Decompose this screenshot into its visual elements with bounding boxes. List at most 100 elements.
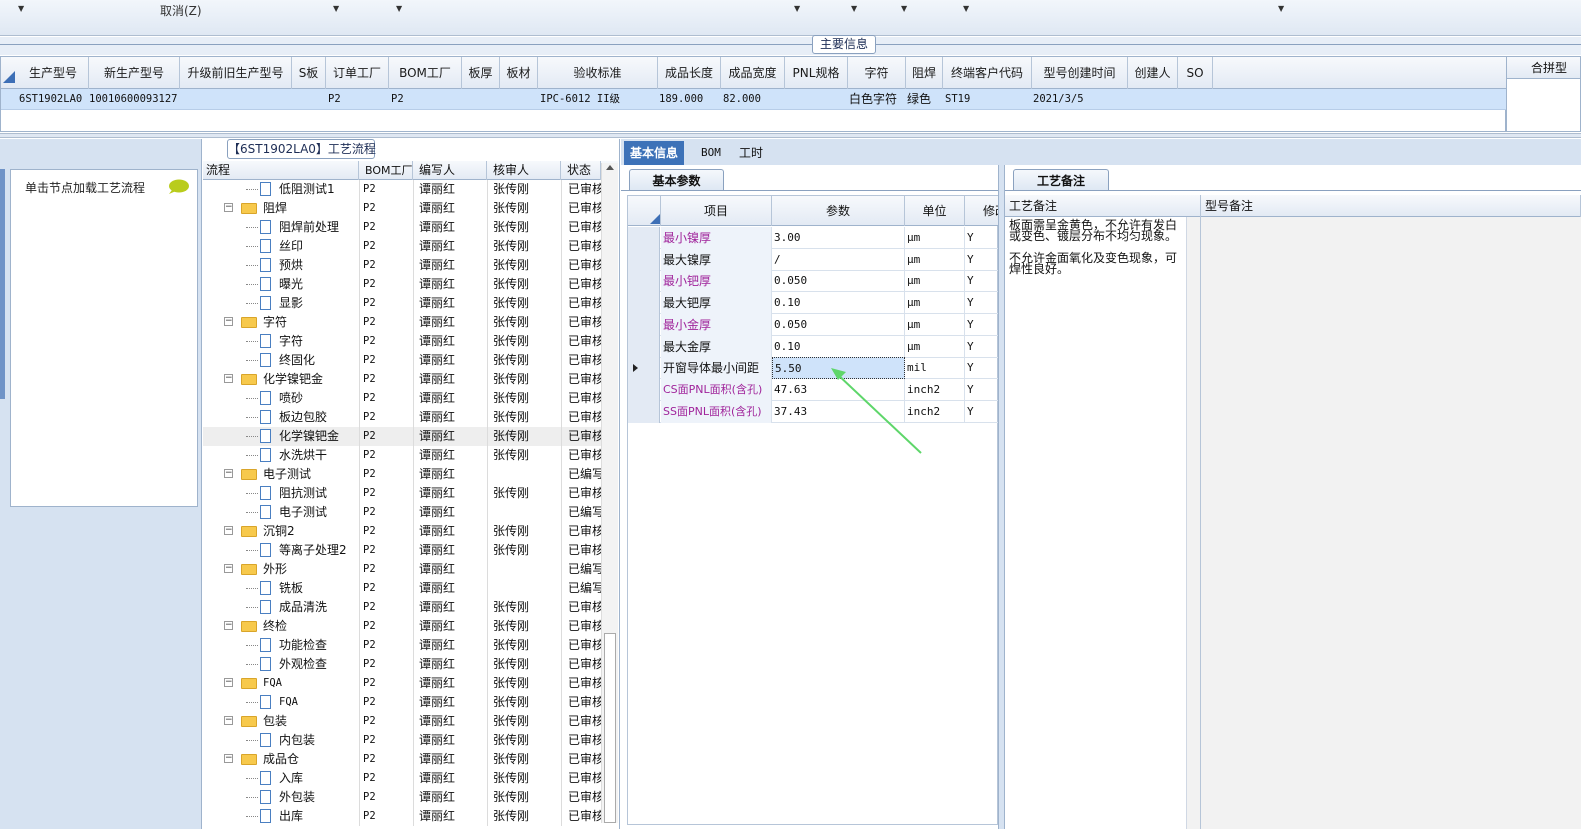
column-header[interactable]: 板厚 [462,57,500,89]
cancel-button[interactable]: 取消(Z) [160,2,202,19]
vertical-splitter[interactable] [998,165,1005,829]
tree-leaf-row[interactable]: 板边包胶 P2 谭丽红 张传刚 已审核 [203,408,601,427]
cell[interactable]: 82.000 [723,89,785,110]
tree-leaf-row[interactable]: 等离子处理2 P2 谭丽红 张传刚 已审核 [203,541,601,560]
collapse-toggle-icon[interactable]: − [224,374,233,383]
param-value[interactable]: 0.050 [772,313,905,336]
merge-header[interactable]: 合拼型 [1507,57,1580,79]
cell[interactable]: P2 [328,89,388,110]
param-row[interactable]: 最大金厚 0.10 μm Y [628,335,999,358]
column-header[interactable]: 工艺备注 [1005,195,1201,217]
tree-group-row[interactable]: − 包装 P2 谭丽红 张传刚 已审核 [203,712,601,731]
collapse-toggle-icon[interactable]: − [224,469,233,478]
column-header[interactable]: 板材 [500,57,538,89]
tree-leaf-row[interactable]: 水洗烘干 P2 谭丽红 张传刚 已审核 [203,446,601,465]
process-note-text[interactable]: 板面需呈金黄色，不允许有发白 或变色、镀层分布不均匀现象。 不允许金面氧化及变色… [1005,217,1187,829]
column-header[interactable]: 订单工厂 [326,57,389,89]
column-header[interactable]: 修改 [965,196,999,226]
row-indicator[interactable] [628,292,660,315]
param-row[interactable]: 最大镍厚 / μm Y [628,248,999,271]
param-row[interactable]: 最小镍厚 3.00 μm Y [628,227,999,249]
tab-basic-params[interactable]: 基本参数 [629,169,724,191]
dropdown-arrow-icon[interactable]: ▼ [901,4,907,13]
model-note-text[interactable] [1201,217,1581,829]
tree-group-row[interactable]: − 成品仓 P2 谭丽红 张传刚 已审核 [203,750,601,769]
vertical-scrollbar[interactable] [601,163,618,823]
side-tab-strip[interactable] [0,169,5,399]
collapse-toggle-icon[interactable]: − [224,678,233,687]
tab-work-hours[interactable]: 工时 [739,141,763,165]
scroll-up-arrow-icon[interactable] [606,165,614,170]
column-header[interactable]: 生产型号 [18,57,89,89]
tree-group-row[interactable]: − FQA P2 谭丽红 张传刚 已审核 [203,674,601,693]
collapse-toggle-icon[interactable]: − [224,203,233,212]
tree-leaf-row[interactable]: 铣板 P2 谭丽红 已编写 [203,579,601,598]
column-header[interactable]: 流程 [203,161,359,180]
cell[interactable]: P2 [391,89,461,110]
cell[interactable]: 189.000 [659,89,721,110]
param-row[interactable]: 最小金厚 0.050 μm Y [628,313,999,336]
param-value[interactable]: 0.050 [772,270,905,293]
column-header[interactable]: 创建人 [1128,57,1178,89]
cell[interactable]: 绿色 [907,89,943,110]
tree-group-row[interactable]: − 终检 P2 谭丽红 张传刚 已审核 [203,617,601,636]
tree-leaf-row[interactable]: 内包装 P2 谭丽红 张传刚 已审核 [203,731,601,750]
dropdown-arrow-icon[interactable]: ▼ [333,4,339,13]
dropdown-arrow-icon[interactable]: ▼ [794,4,800,13]
tree-group-row[interactable]: − 沉铜2 P2 谭丽红 张传刚 已审核 [203,522,601,541]
tree-group-row[interactable]: − 化学镍钯金 P2 谭丽红 张传刚 已审核 [203,370,601,389]
param-value[interactable]: 3.00 [772,227,905,249]
param-value[interactable]: 47.63 [772,378,905,401]
tree-leaf-row[interactable]: 出库 P2 谭丽红 张传刚 已审核 [203,807,601,826]
tree-leaf-row[interactable]: 成品清洗 P2 谭丽红 张传刚 已审核 [203,598,601,617]
tree-leaf-row[interactable]: 化学镍钯金 P2 谭丽红 张传刚 已审核 [203,427,601,446]
param-value[interactable]: 5.50 [772,357,905,380]
dropdown-arrow-icon[interactable]: ▼ [963,4,969,13]
column-header[interactable]: 核审人 [487,161,561,180]
row-indicator[interactable] [628,357,660,380]
tree-leaf-row[interactable]: 丝印 P2 谭丽红 张传刚 已审核 [203,237,601,256]
collapse-toggle-icon[interactable]: − [224,564,233,573]
tree-leaf-row[interactable]: 喷砂 P2 谭丽红 张传刚 已审核 [203,389,601,408]
tree-leaf-row[interactable]: 阻焊前处理 P2 谭丽红 张传刚 已审核 [203,218,601,237]
tree-group-row[interactable]: − 字符 P2 谭丽红 张传刚 已审核 [203,313,601,332]
param-value[interactable]: 0.10 [772,335,905,358]
param-value[interactable]: 37.43 [772,400,905,423]
tree-leaf-row[interactable]: 终固化 P2 谭丽红 张传刚 已审核 [203,351,601,370]
cell[interactable]: ST19 [945,89,1031,110]
column-header[interactable]: 项目 [661,196,772,226]
tree-group-row[interactable]: − 外形 P2 谭丽红 已编写 [203,560,601,579]
collapse-toggle-icon[interactable]: − [224,621,233,630]
column-header[interactable]: S板 [292,57,326,89]
table-row[interactable]: 6ST1902LA0 10010600093127 P2 P2 IPC-6012… [1,89,1507,110]
tree-leaf-row[interactable]: 功能检查 P2 谭丽红 张传刚 已审核 [203,636,601,655]
column-header[interactable]: BOM工厂 [389,57,462,89]
dropdown-arrow-icon[interactable]: ▼ [851,4,857,13]
column-header[interactable]: 参数 [772,196,905,226]
param-value[interactable]: 0.10 [772,292,905,315]
tree-leaf-row[interactable]: 字符 P2 谭丽红 张传刚 已审核 [203,332,601,351]
tree-leaf-row[interactable]: 阻抗测试 P2 谭丽红 张传刚 已审核 [203,484,601,503]
cell[interactable]: IPC-6012 II级 [540,89,658,110]
dropdown-arrow-icon[interactable]: ▼ [18,4,24,13]
row-indicator[interactable] [628,248,660,271]
column-header[interactable]: 终端客户代码 [943,57,1032,89]
row-indicator[interactable] [628,270,660,293]
row-indicator[interactable] [628,400,660,423]
column-header[interactable]: 编写人 [413,161,487,180]
cell[interactable]: 2021/3/5 [1033,89,1128,110]
tree-leaf-row[interactable]: FQA P2 谭丽红 张传刚 已审核 [203,693,601,712]
param-row[interactable]: 开窗导体最小间距 5.50 mil Y [628,357,999,380]
basic-params-grid[interactable]: 项目 参数 单位 修改 最小镍厚3.00μmY最大镍厚/μmY最小钯厚0.050… [627,195,999,825]
column-header[interactable]: 单位 [905,196,965,226]
tree-group-row[interactable]: − 阻焊 P2 谭丽红 张传刚 已审核 [203,199,601,218]
column-header[interactable]: 状态 [561,161,601,180]
param-value[interactable]: / [772,248,905,271]
load-hint-box[interactable]: 单击节点加载工艺流程 [10,169,198,507]
tree-leaf-row[interactable]: 外观检查 P2 谭丽红 张传刚 已审核 [203,655,601,674]
tree-leaf-row[interactable]: 电子测试 P2 谭丽红 已编写 [203,503,601,522]
column-header[interactable]: 阻焊 [906,57,943,89]
tree-group-row[interactable]: − 电子测试 P2 谭丽红 已编写 [203,465,601,484]
column-header[interactable]: 成品长度 [658,57,721,89]
column-header[interactable]: 字符 [848,57,906,89]
